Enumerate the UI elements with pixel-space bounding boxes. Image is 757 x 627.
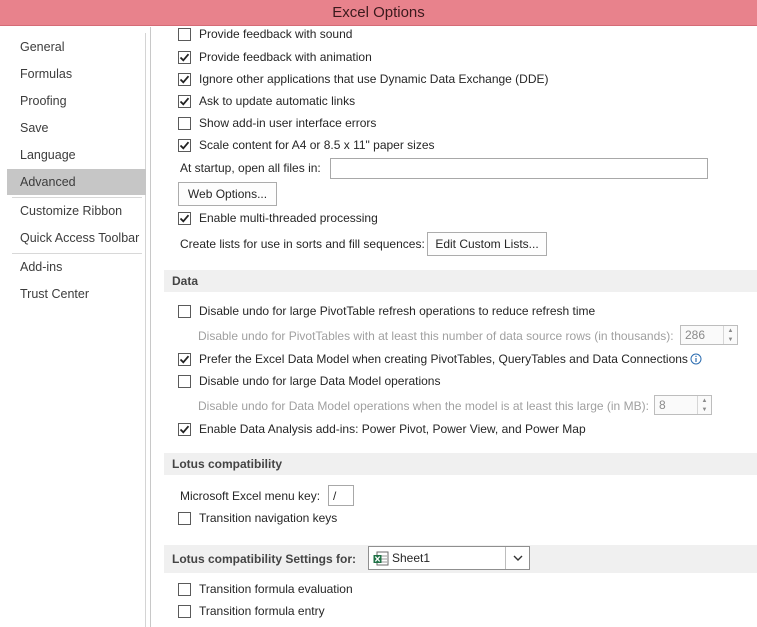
sidebar-item-advanced[interactable]: Advanced	[7, 169, 146, 195]
spin-up-icon[interactable]: ▲	[698, 396, 711, 405]
checkbox[interactable]	[178, 304, 191, 318]
model-size-spinner[interactable]: 8 ▲ ▼	[654, 395, 712, 415]
spinner-value: 8	[659, 398, 666, 412]
sidebar-item-quick-access-toolbar[interactable]: Quick Access Toolbar	[7, 225, 146, 251]
title-bar: Excel Options	[0, 0, 757, 26]
sidebar-item-save[interactable]: Save	[7, 115, 146, 141]
addin-errors-option[interactable]: Show add-in user interface errors	[178, 114, 376, 132]
checkbox-label: Disable undo for large PivotTable refres…	[199, 304, 596, 318]
sheet-selector-value: Sheet1	[392, 551, 431, 565]
checkbox-label: Provide feedback with sound	[199, 27, 353, 41]
checkbox-label: Enable Data Analysis add-ins: Power Pivo…	[199, 422, 586, 436]
analysis-addins-option[interactable]: Enable Data Analysis add-ins: Power Pivo…	[178, 420, 586, 438]
menu-key-row: Microsoft Excel menu key:	[180, 487, 320, 505]
model-size-row: Disable undo for Data Model operations w…	[198, 397, 649, 415]
checkbox[interactable]	[178, 352, 191, 366]
update-links-option[interactable]: Ask to update automatic links	[178, 92, 355, 110]
spinner-value: 286	[685, 328, 706, 342]
checkbox-label: Disable undo for large Data Model operat…	[199, 374, 441, 388]
checkbox[interactable]	[178, 94, 191, 108]
sidebar-item-trust-center[interactable]: Trust Center	[7, 281, 146, 307]
feedback-animation-option[interactable]: Provide feedback with animation	[178, 48, 372, 66]
checkbox-label: Prefer the Excel Data Model when creatin…	[199, 352, 688, 366]
excel-sheet-icon	[373, 551, 389, 565]
nav-keys-option[interactable]: Transition navigation keys	[178, 509, 337, 527]
pivot-rows-label: Disable undo for PivotTables with at lea…	[198, 329, 674, 343]
lotus-settings-title: Lotus compatibility Settings for:	[172, 552, 357, 566]
checkbox[interactable]	[178, 27, 191, 41]
spinner-arrows[interactable]: ▲ ▼	[723, 326, 737, 344]
sidebar-item-language[interactable]: Language	[7, 142, 146, 168]
custom-lists-row: Create lists for use in sorts and fill s…	[180, 235, 425, 253]
checkbox[interactable]	[178, 138, 191, 152]
edit-custom-lists-button[interactable]: Edit Custom Lists...	[427, 232, 547, 256]
sidebar-item-customize-ribbon[interactable]: Customize Ribbon	[7, 198, 146, 224]
checkbox[interactable]	[178, 604, 191, 618]
startup-folder-input[interactable]	[330, 158, 708, 179]
sidebar-item-add-ins[interactable]: Add-ins	[7, 254, 146, 280]
disable-undo-pivot-option[interactable]: Disable undo for large PivotTable refres…	[178, 302, 595, 320]
web-options-button[interactable]: Web Options...	[178, 182, 277, 206]
sidebar-item-proofing[interactable]: Proofing	[7, 88, 146, 114]
info-icon[interactable]	[690, 353, 702, 365]
sidebar-item-general[interactable]: General	[7, 34, 146, 60]
checkbox-label: Transition navigation keys	[199, 511, 338, 525]
checkbox-label: Enable multi-threaded processing	[199, 211, 378, 225]
lotus-section-header: Lotus compatibility	[164, 453, 757, 475]
spin-up-icon[interactable]: ▲	[724, 326, 737, 335]
checkbox[interactable]	[178, 50, 191, 64]
pivot-rows-row: Disable undo for PivotTables with at lea…	[198, 327, 674, 345]
data-section-header: Data	[164, 270, 757, 292]
pivot-rows-spinner[interactable]: 286 ▲ ▼	[680, 325, 738, 345]
checkbox[interactable]	[178, 374, 191, 388]
chevron-down-icon[interactable]	[505, 547, 529, 569]
sidebar-item-formulas[interactable]: Formulas	[7, 61, 146, 87]
window-title: Excel Options	[332, 4, 425, 21]
checkbox[interactable]	[178, 211, 191, 225]
advanced-options-panel: Provide feedback with sound Provide feed…	[147, 27, 757, 627]
checkbox[interactable]	[178, 72, 191, 86]
checkbox-label: Provide feedback with animation	[199, 50, 372, 64]
spin-down-icon[interactable]: ▼	[698, 405, 711, 414]
checkbox[interactable]	[178, 422, 191, 436]
checkbox[interactable]	[178, 116, 191, 130]
sheet-selector[interactable]: Sheet1	[368, 546, 530, 570]
checkbox-label: Transition formula evaluation	[199, 582, 353, 596]
ignore-dde-option[interactable]: Ignore other applications that use Dynam…	[178, 70, 549, 88]
disable-undo-model-option[interactable]: Disable undo for large Data Model operat…	[178, 372, 440, 390]
menu-key-input[interactable]: /	[328, 485, 354, 506]
prefer-data-model-option[interactable]: Prefer the Excel Data Model when creatin…	[178, 350, 702, 368]
checkbox-label: Ignore other applications that use Dynam…	[199, 72, 549, 86]
model-size-label: Disable undo for Data Model operations w…	[198, 399, 649, 413]
spinner-arrows[interactable]: ▲ ▼	[697, 396, 711, 414]
startup-folder-row: At startup, open all files in:	[180, 159, 321, 177]
checkbox-label: Transition formula entry	[199, 604, 325, 618]
checkbox-label: Ask to update automatic links	[199, 94, 356, 108]
checkbox[interactable]	[178, 511, 191, 525]
formula-eval-option[interactable]: Transition formula evaluation	[178, 580, 353, 598]
checkbox-label: Scale content for A4 or 8.5 x 11" paper …	[199, 138, 435, 152]
scale-content-option[interactable]: Scale content for A4 or 8.5 x 11" paper …	[178, 136, 435, 154]
menu-key-label: Microsoft Excel menu key:	[180, 489, 321, 503]
custom-lists-label: Create lists for use in sorts and fill s…	[180, 237, 425, 251]
feedback-sound-option[interactable]: Provide feedback with sound	[178, 25, 352, 43]
startup-folder-label: At startup, open all files in:	[180, 161, 321, 175]
options-sidebar: General Formulas Proofing Save Language …	[7, 33, 146, 627]
multithreaded-option[interactable]: Enable multi-threaded processing	[178, 209, 378, 227]
spin-down-icon[interactable]: ▼	[724, 335, 737, 344]
checkbox[interactable]	[178, 582, 191, 596]
checkbox-label: Show add-in user interface errors	[199, 116, 377, 130]
formula-entry-option[interactable]: Transition formula entry	[178, 602, 325, 620]
